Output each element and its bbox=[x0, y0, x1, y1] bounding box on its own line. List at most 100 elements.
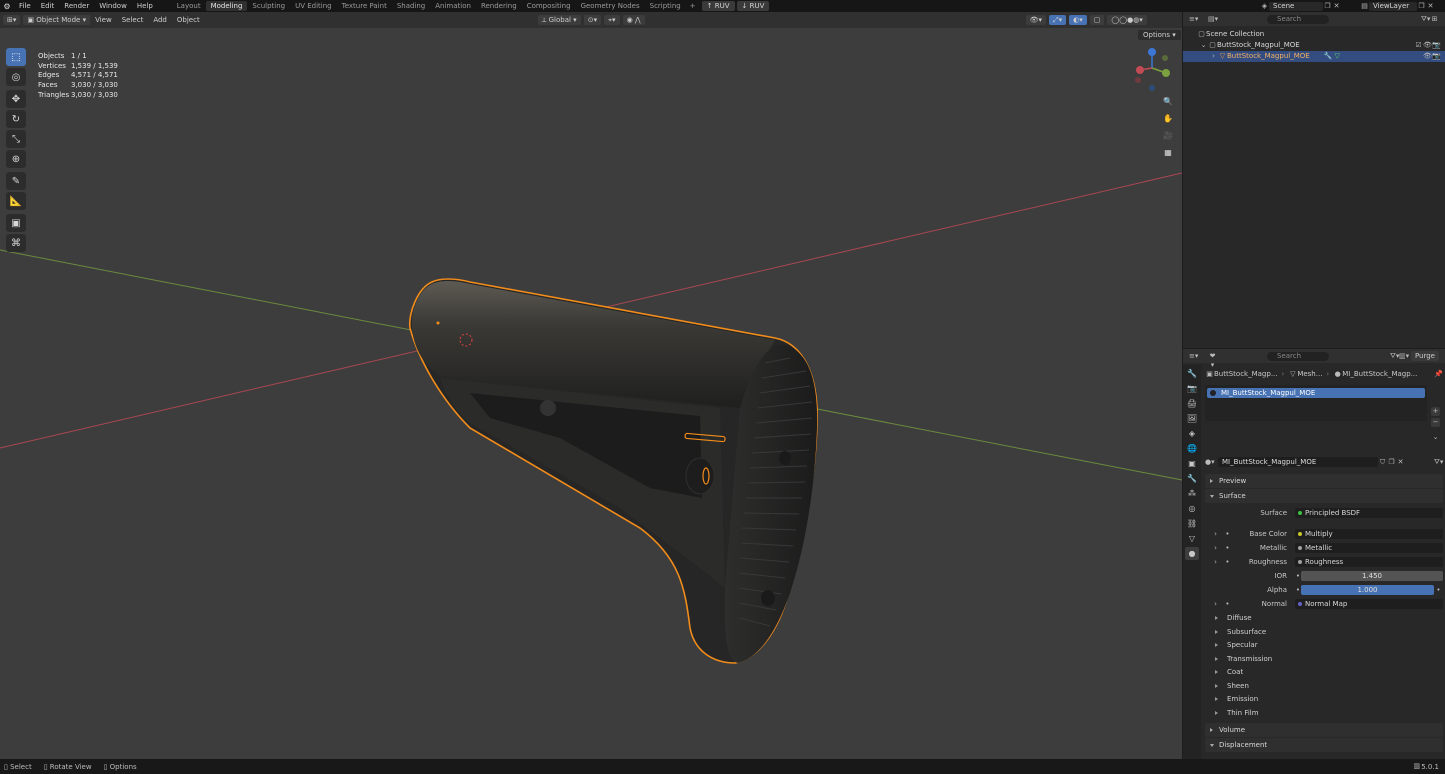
surface-shader-field[interactable]: Principled BSDF bbox=[1295, 508, 1443, 518]
tab-texture-paint[interactable]: Texture Paint bbox=[337, 1, 392, 11]
transform-orientation-dropdown[interactable]: ⟂ Global ▾ bbox=[537, 15, 581, 25]
material-slot-item[interactable]: MI_ButtStock_Magpul_MOE bbox=[1207, 388, 1425, 398]
camera-view-icon[interactable]: 🎥 bbox=[1161, 128, 1175, 142]
menu-window[interactable]: Window bbox=[94, 2, 132, 10]
proportional-edit-icon[interactable]: ◉ ⋀ bbox=[622, 15, 645, 25]
eye-icon[interactable]: 👁 bbox=[1423, 41, 1432, 50]
tool-tab-icon[interactable]: 🔧 bbox=[1185, 367, 1199, 380]
subpanel-sheen[interactable]: Sheen bbox=[1209, 680, 1443, 693]
volume-section[interactable]: Volume bbox=[1205, 723, 1443, 737]
alpha-slider[interactable]: 1.000 bbox=[1301, 585, 1434, 595]
move-tool-icon[interactable]: ✥ bbox=[6, 90, 26, 108]
eye-icon[interactable]: 👁 bbox=[1423, 52, 1432, 61]
physics-tab-icon[interactable]: ◎ bbox=[1185, 502, 1199, 515]
render-tab-icon[interactable]: 📷 bbox=[1185, 382, 1199, 395]
preview-section[interactable]: Preview bbox=[1205, 474, 1443, 488]
slot-menu-chevron-icon[interactable]: ⌄ bbox=[1431, 433, 1440, 442]
outliner-scene-collection[interactable]: ▢ Scene Collection bbox=[1183, 29, 1445, 40]
scene-icon[interactable]: ◈ bbox=[1260, 2, 1269, 11]
chevron-right-icon[interactable]: › bbox=[1211, 558, 1220, 567]
gizmo-icon[interactable]: ⤢▾ bbox=[1049, 15, 1067, 25]
unlink-material-icon[interactable]: ✕ bbox=[1396, 458, 1405, 467]
add-slot-icon[interactable]: + bbox=[1431, 407, 1440, 416]
add-cube-tool-icon[interactable]: ▣ bbox=[6, 214, 26, 232]
perspective-grid-icon[interactable]: ▦ bbox=[1161, 145, 1175, 159]
fake-user-shield-icon[interactable]: ⛉ bbox=[1378, 458, 1387, 467]
tab-geometry-nodes[interactable]: Geometry Nodes bbox=[576, 1, 645, 11]
modifier-tab-icon[interactable]: 🔧 bbox=[1185, 472, 1199, 485]
3d-viewport[interactable]: Objects 1 / 1 Vertices 1,539 / 1,539 Edges… bbox=[0, 28, 1182, 759]
material-tab-icon[interactable]: ● bbox=[1185, 547, 1199, 560]
purge-button[interactable]: Purge bbox=[1410, 351, 1439, 361]
tab-uv-editing[interactable]: UV Editing bbox=[290, 1, 337, 11]
outliner-object-row[interactable]: › ▽ ButtStock_Magpul_MOE 🔧 ▽ 👁 📷 bbox=[1183, 51, 1445, 62]
tab-rendering[interactable]: Rendering bbox=[476, 1, 522, 11]
buttstock-model[interactable] bbox=[408, 278, 818, 664]
checkbox-icon[interactable]: ☑ bbox=[1414, 41, 1423, 50]
delete-scene-icon[interactable]: ✕ bbox=[1332, 2, 1341, 11]
pin-context-icon[interactable]: ❤▾ bbox=[1208, 352, 1217, 369]
displacement-section[interactable]: Displacement bbox=[1205, 738, 1443, 752]
pan-hand-icon[interactable]: ✋ bbox=[1161, 111, 1175, 125]
camera-icon[interactable]: 📷 bbox=[1432, 41, 1441, 50]
tab-scripting[interactable]: Scripting bbox=[645, 1, 686, 11]
cursor-tool-icon[interactable]: ◎ bbox=[6, 68, 26, 86]
modifier-wrench-icon[interactable]: 🔧 bbox=[1324, 52, 1333, 61]
viewport-options-button[interactable]: Options ▾ bbox=[1138, 30, 1181, 40]
subpanel-specular[interactable]: Specular bbox=[1209, 639, 1443, 652]
overlay-icon[interactable]: ◐▾ bbox=[1069, 15, 1087, 25]
visibility-icon[interactable]: 👁▾ bbox=[1025, 15, 1047, 25]
editor-type-button[interactable]: ⊞▾ bbox=[3, 15, 21, 25]
filter-icon[interactable]: ⛛▾ bbox=[1421, 15, 1430, 24]
ruv-button-1[interactable]: ↑ RUV bbox=[701, 1, 735, 11]
add-workspace-icon[interactable]: + bbox=[686, 2, 700, 10]
select-box-tool-icon[interactable]: ⬚ bbox=[6, 48, 26, 66]
uv-tool-icon[interactable]: ⌘ bbox=[6, 234, 26, 252]
menu-render[interactable]: Render bbox=[59, 2, 94, 10]
menu-select[interactable]: Select bbox=[117, 16, 149, 24]
subpanel-transmission[interactable]: Transmission bbox=[1209, 653, 1443, 666]
menu-help[interactable]: Help bbox=[132, 2, 158, 10]
chevron-right-icon[interactable]: › bbox=[1211, 600, 1220, 609]
data-tab-icon[interactable]: ▽ bbox=[1185, 532, 1199, 545]
outliner-editor-type-icon[interactable]: ≡▾ bbox=[1189, 15, 1198, 24]
view-layer-name-field[interactable]: ViewLayer bbox=[1369, 1, 1417, 11]
properties-editor-type-icon[interactable]: ≡▾ bbox=[1189, 352, 1198, 361]
material-browse-icon[interactable]: ●▾ bbox=[1205, 458, 1215, 467]
outliner-search-input[interactable]: Search bbox=[1267, 14, 1329, 24]
menu-edit[interactable]: Edit bbox=[36, 2, 60, 10]
subpanel-emission[interactable]: Emission bbox=[1209, 693, 1443, 706]
chevron-right-icon[interactable]: › bbox=[1209, 52, 1218, 61]
tab-modeling[interactable]: Modeling bbox=[205, 1, 248, 11]
menu-view[interactable]: View bbox=[90, 16, 117, 24]
constraints-tab-icon[interactable]: ⛓ bbox=[1185, 517, 1199, 530]
blender-logo-icon[interactable]: ⚙ bbox=[0, 2, 14, 11]
world-tab-icon[interactable]: 🌐 bbox=[1185, 442, 1199, 455]
particles-tab-icon[interactable]: ⁂ bbox=[1185, 487, 1199, 500]
ior-slider[interactable]: 1.450 bbox=[1301, 571, 1443, 581]
viewport-scene[interactable] bbox=[0, 28, 1182, 759]
camera-icon[interactable]: 📷 bbox=[1432, 52, 1441, 61]
outliner-collection-row[interactable]: ⌄ ▢ ButtStock_Magpul_MOE ☑ 👁 📷 bbox=[1183, 40, 1445, 51]
menu-file[interactable]: File bbox=[14, 2, 36, 10]
duplicate-material-icon[interactable]: ❐ bbox=[1387, 458, 1396, 467]
transform-tool-icon[interactable]: ⊕ bbox=[6, 150, 26, 168]
object-tab-icon[interactable]: ▣ bbox=[1185, 457, 1199, 470]
tab-animation[interactable]: Animation bbox=[430, 1, 476, 11]
material-filter-icon[interactable]: ⛛▾ bbox=[1434, 458, 1443, 467]
surface-section[interactable]: Surface bbox=[1205, 489, 1443, 503]
view-layer-tab-icon[interactable]: 🖼 bbox=[1185, 412, 1199, 425]
measure-tool-icon[interactable]: 📐 bbox=[6, 192, 26, 210]
subpanel-subsurface[interactable]: Subsurface bbox=[1209, 626, 1443, 639]
ruv-button-2[interactable]: ↓ RUV bbox=[736, 1, 770, 11]
copy-view-layer-icon[interactable]: ❐ bbox=[1417, 2, 1426, 11]
base-color-field[interactable]: Multiply bbox=[1295, 529, 1443, 539]
chevron-right-icon[interactable]: › bbox=[1211, 544, 1220, 553]
metallic-field[interactable]: Metallic bbox=[1295, 543, 1443, 553]
menu-add[interactable]: Add bbox=[148, 16, 172, 24]
tab-layout[interactable]: Layout bbox=[172, 1, 206, 11]
chevron-down-icon[interactable]: ⌄ bbox=[1199, 41, 1208, 50]
scene-tab-icon[interactable]: ◈ bbox=[1185, 427, 1199, 440]
output-tab-icon[interactable]: 🖨 bbox=[1185, 397, 1199, 410]
orphan-data-icon[interactable]: ▥▾ bbox=[1399, 352, 1409, 361]
